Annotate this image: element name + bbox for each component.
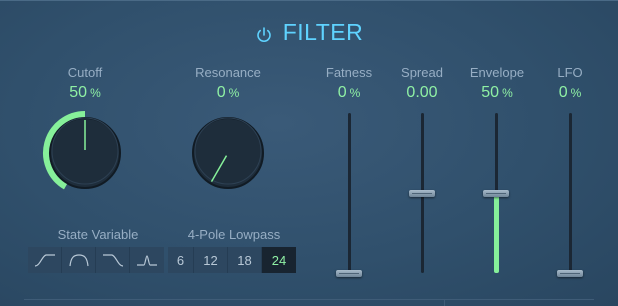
resonance-label: Resonance xyxy=(195,65,261,80)
slope-12-button[interactable]: 12 xyxy=(194,247,228,273)
state-variable-mode-group xyxy=(28,247,164,273)
lfo-slider-thumb[interactable] xyxy=(557,270,583,277)
envelope-slider-fill xyxy=(494,193,499,273)
lfo-label: LFO xyxy=(557,65,583,80)
lowpass-mode-button[interactable] xyxy=(28,247,62,273)
highpass-mode-button[interactable] xyxy=(96,247,130,273)
envelope-label: Envelope xyxy=(469,65,525,80)
peak-filter-icon xyxy=(137,255,157,266)
cutoff-knob[interactable] xyxy=(39,107,131,199)
four-pole-lowpass-label: 4-Pole Lowpass xyxy=(187,227,281,242)
cutoff-label: Cutoff xyxy=(67,65,103,80)
bottom-divider xyxy=(24,299,594,300)
spread-value: 0.00 xyxy=(406,84,438,101)
filter-panel: FILTER Cutoff 50% Resonance 0% Fatness 0… xyxy=(0,0,618,306)
slope-24-button[interactable]: 24 xyxy=(262,247,296,273)
fatness-value: 0% xyxy=(337,84,361,101)
lowpass-filter-icon xyxy=(34,254,55,267)
slope-18-button[interactable]: 18 xyxy=(228,247,262,273)
slope-6-button[interactable]: 6 xyxy=(168,247,194,273)
filter-header: FILTER xyxy=(0,15,618,49)
cutoff-value: 50% xyxy=(69,84,101,101)
bandpass-filter-icon xyxy=(68,254,89,267)
spread-slider-thumb[interactable] xyxy=(409,190,435,197)
four-pole-slope-group: 6 12 18 24 xyxy=(168,247,296,273)
resonance-value: 0% xyxy=(216,84,240,101)
lfo-value: 0% xyxy=(558,84,582,101)
envelope-slider-thumb[interactable] xyxy=(483,190,509,197)
lfo-slider-track[interactable] xyxy=(569,113,572,273)
bandpass-mode-button[interactable] xyxy=(62,247,96,273)
state-variable-label: State Variable xyxy=(57,227,139,242)
envelope-value: 50% xyxy=(481,84,513,101)
highpass-filter-icon xyxy=(102,254,123,267)
fatness-label: Fatness xyxy=(325,65,373,80)
power-icon[interactable] xyxy=(255,23,273,42)
fatness-slider-thumb[interactable] xyxy=(336,270,362,277)
resonance-knob[interactable] xyxy=(182,107,274,199)
filter-title: FILTER xyxy=(282,18,364,45)
bottom-divider-tick xyxy=(444,299,445,306)
fatness-slider-track[interactable] xyxy=(348,113,351,273)
spread-label: Spread xyxy=(401,65,443,80)
peak-mode-button[interactable] xyxy=(130,247,164,273)
